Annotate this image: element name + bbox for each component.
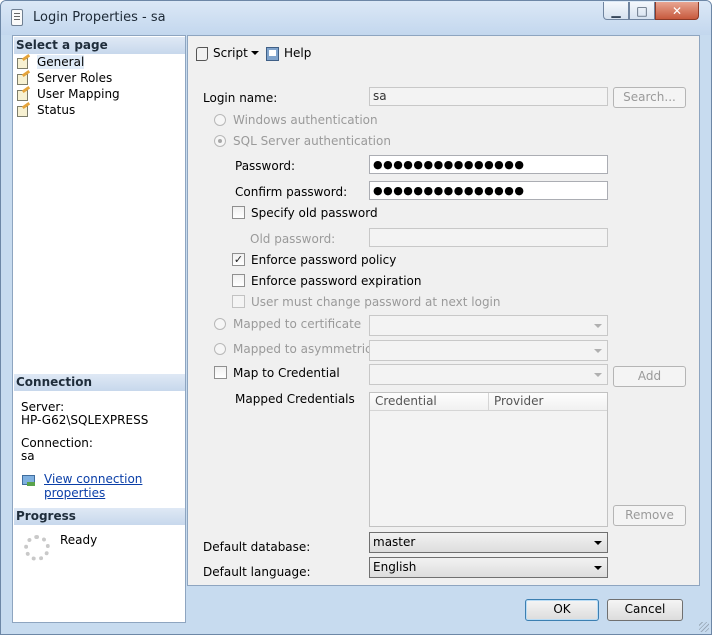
script-button[interactable]: Script xyxy=(195,44,248,62)
confirm-password-label: Confirm password: xyxy=(235,185,348,199)
help-icon xyxy=(266,46,280,61)
progress-status: Ready xyxy=(60,533,98,547)
minimize-button[interactable]: ▁ xyxy=(603,2,629,20)
script-label: Script xyxy=(213,46,248,60)
default-language-value: English xyxy=(373,560,417,574)
script-dropdown-arrow[interactable] xyxy=(251,51,259,55)
must-change-label: User must change password at next login xyxy=(251,295,501,309)
select-page-heading: Select a page xyxy=(14,37,185,54)
close-button[interactable]: ✕ xyxy=(655,2,699,20)
specify-old-password-label: Specify old password xyxy=(251,206,378,220)
right-pane: Script Help Login name: sa Search... Win… xyxy=(187,35,700,586)
default-database-select[interactable]: master xyxy=(369,532,608,553)
page-icon xyxy=(17,104,31,117)
grid-column-provider[interactable]: Provider xyxy=(489,393,607,411)
enforce-policy-checkbox[interactable]: ✓ xyxy=(232,253,245,266)
page-item-user-mapping[interactable]: User Mapping xyxy=(17,86,120,102)
caption-buttons: ▁ □ ✕ xyxy=(603,2,699,21)
sql-auth-label: SQL Server authentication xyxy=(233,134,391,148)
password-label: Password: xyxy=(235,159,296,173)
login-properties-window: Login Properties - sa ▁ □ ✕ Select a pag… xyxy=(0,0,712,635)
windows-auth-radio[interactable] xyxy=(214,114,226,126)
credential-select[interactable] xyxy=(369,364,608,385)
left-pane: Select a page General Server Roles User … xyxy=(12,35,186,623)
server-value: HP-G62\SQLEXPRESS xyxy=(21,413,149,427)
old-password-label: Old password: xyxy=(250,232,336,246)
asym-key-select[interactable] xyxy=(369,340,608,361)
login-name-label: Login name: xyxy=(203,91,278,105)
password-input[interactable]: ●●●●●●●●●●●●●●● xyxy=(369,155,608,174)
toolbar: Script Help xyxy=(188,36,699,69)
mapped-certificate-radio[interactable] xyxy=(214,318,226,330)
remove-button[interactable]: Remove xyxy=(613,505,686,526)
cancel-button[interactable]: Cancel xyxy=(607,599,683,621)
connection-heading: Connection xyxy=(14,374,185,391)
login-name-input[interactable]: sa xyxy=(369,87,608,106)
default-language-select[interactable]: English xyxy=(369,557,608,578)
enforce-expiration-label: Enforce password expiration xyxy=(251,274,422,288)
chevron-down-icon xyxy=(594,541,602,545)
specify-old-password-checkbox[interactable] xyxy=(232,206,245,219)
window-title: Login Properties - sa xyxy=(33,10,166,25)
chevron-down-icon xyxy=(594,566,602,570)
page-icon xyxy=(17,72,31,85)
window-icon xyxy=(11,9,23,26)
page-item-label: Status xyxy=(37,103,76,117)
windows-auth-label: Windows authentication xyxy=(233,113,378,127)
page-item-label: User Mapping xyxy=(37,87,120,101)
chevron-down-icon xyxy=(594,373,602,377)
page-item-label: General xyxy=(37,55,85,69)
default-database-label: Default database: xyxy=(203,540,311,554)
map-credential-label: Map to Credential xyxy=(233,366,340,380)
help-button[interactable]: Help xyxy=(266,44,311,62)
mapped-certificate-label: Mapped to certificate xyxy=(233,317,362,331)
mapped-credentials-grid[interactable]: Credential Provider xyxy=(369,392,608,527)
connection-properties-icon xyxy=(21,473,37,487)
enforce-policy-label: Enforce password policy xyxy=(251,253,397,267)
sql-auth-radio[interactable] xyxy=(214,135,226,147)
certificate-select[interactable] xyxy=(369,315,608,336)
progress-spinner-icon xyxy=(24,535,50,561)
page-icon xyxy=(17,88,31,101)
add-button[interactable]: Add xyxy=(613,366,686,387)
page-icon xyxy=(17,56,31,69)
resize-grip-icon[interactable] xyxy=(699,622,709,632)
page-item-status[interactable]: Status xyxy=(17,102,75,118)
old-password-input[interactable] xyxy=(369,228,608,247)
connection-label: Connection: xyxy=(21,436,93,450)
ok-button[interactable]: OK xyxy=(525,599,599,621)
chevron-down-icon xyxy=(594,324,602,328)
page-item-label: Server Roles xyxy=(37,71,113,85)
mapped-asym-key-radio[interactable] xyxy=(214,343,226,355)
page-item-server-roles[interactable]: Server Roles xyxy=(17,70,112,86)
view-connection-properties-link[interactable]: View connection properties xyxy=(44,472,185,500)
help-label: Help xyxy=(284,46,312,60)
maximize-button[interactable]: □ xyxy=(629,2,655,20)
script-icon xyxy=(195,46,209,61)
chevron-down-icon xyxy=(594,349,602,353)
page-item-general[interactable]: General xyxy=(17,54,85,70)
progress-heading: Progress xyxy=(14,508,185,525)
confirm-password-input[interactable]: ●●●●●●●●●●●●●●● xyxy=(369,181,608,200)
default-database-value: master xyxy=(373,535,416,549)
enforce-expiration-checkbox[interactable] xyxy=(232,274,245,287)
title-bar[interactable]: Login Properties - sa ▁ □ ✕ xyxy=(1,1,711,35)
mapped-credentials-label: Mapped Credentials xyxy=(235,392,355,406)
grid-column-credential[interactable]: Credential xyxy=(370,393,489,411)
default-language-label: Default language: xyxy=(203,565,311,579)
server-label: Server: xyxy=(21,400,65,414)
connection-value: sa xyxy=(21,449,35,463)
map-credential-checkbox[interactable] xyxy=(214,366,227,379)
search-button[interactable]: Search... xyxy=(613,87,686,108)
must-change-checkbox[interactable] xyxy=(232,295,245,308)
